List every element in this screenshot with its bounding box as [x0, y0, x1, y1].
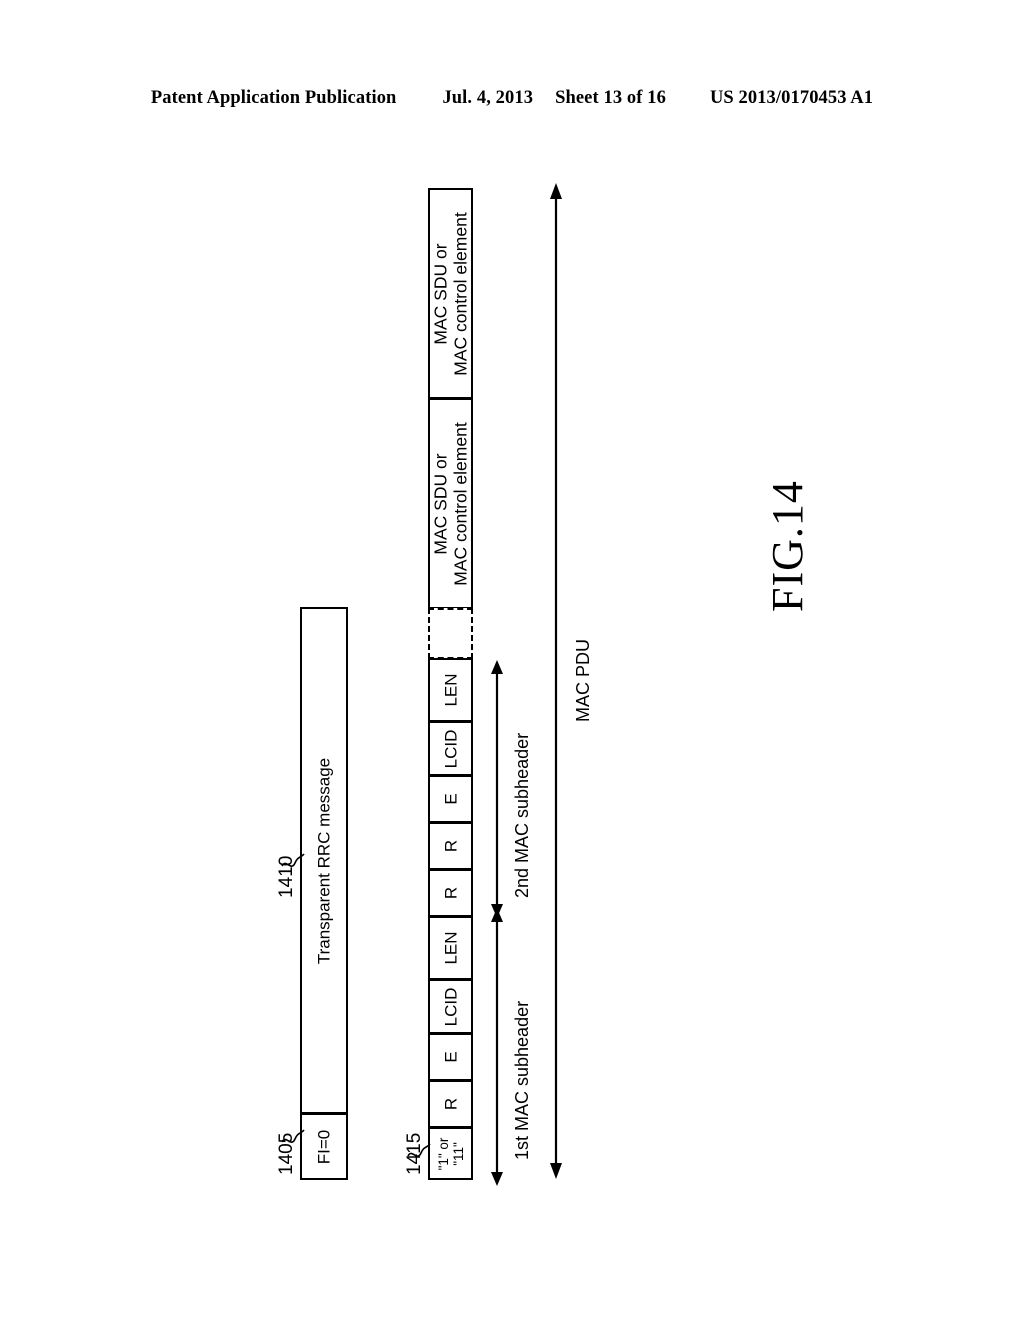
mac-e-cell-2-label: E	[440, 793, 460, 805]
leader-squiggle-1415	[407, 1143, 431, 1157]
rlc-payload-cell: Transparent RRC message	[300, 607, 348, 1114]
mac-lcid-cell-2: LCID	[428, 721, 473, 776]
mac-sdu-cell-2-label: MAC SDU or MAC control element	[429, 211, 470, 376]
mac-len-cell-2-label: LEN	[440, 673, 460, 707]
figure-caption: FIG.14	[763, 480, 812, 612]
mac-sdu-cell-1: MAC SDU or MAC control element	[428, 398, 473, 609]
mac-fi-cell: "1" or "11"	[428, 1127, 473, 1180]
mac-r-cell-2a-label: R	[440, 886, 460, 900]
mac-fi-cell-label: "1" or "11"	[435, 1137, 465, 1170]
dimension-arrow-1st-subheader	[491, 908, 503, 1186]
mac-r-cell-1: R	[428, 1080, 473, 1128]
mac-sdu-cell-1-line1: MAC SDU or	[429, 452, 450, 555]
mac-len-cell-2: LEN	[428, 658, 473, 722]
rlc-payload-label: Transparent RRC message	[314, 757, 334, 964]
mac-sdu-cell-1-line2: MAC control element	[449, 421, 470, 586]
rlc-fi-label: FI=0	[314, 1129, 334, 1164]
mac-r-cell-2a: R	[428, 869, 473, 917]
mac-sdu-cell-2-line1: MAC SDU or	[429, 242, 450, 345]
mac-lcid-cell-1-label: LCID	[440, 987, 460, 1026]
rlc-fi-cell: FI=0	[300, 1113, 348, 1180]
mac-e-cell-2: E	[428, 775, 473, 823]
mac-ellipsis-gap-cell	[428, 608, 473, 659]
mac-fi-cell-line1: "1" or	[435, 1137, 451, 1170]
leader-squiggle-1410	[281, 853, 305, 867]
dimension-label-2nd-subheader: 2nd MAC subheader	[512, 732, 532, 898]
mac-r-cell-2b-label: R	[440, 839, 460, 853]
mac-r-cell-2b: R	[428, 822, 473, 870]
mac-sdu-cell-2-line2: MAC control element	[449, 211, 470, 376]
dimension-label-mac-pdu: MAC PDU	[573, 638, 593, 722]
mac-fi-cell-line2: "11"	[450, 1141, 466, 1166]
figure-diagram: FI=0 Transparent RRC message 1405 1410 M…	[0, 0, 1024, 1320]
mac-lcid-cell-1: LCID	[428, 979, 473, 1034]
mac-r-cell-1-label: R	[440, 1097, 460, 1111]
mac-lcid-cell-2-label: LCID	[440, 729, 460, 768]
mac-sdu-cell-2: MAC SDU or MAC control element	[428, 188, 473, 399]
mac-len-cell-1-label: LEN	[440, 931, 460, 965]
dimension-arrow-mac-pdu	[550, 183, 562, 1179]
mac-len-cell-1: LEN	[428, 916, 473, 980]
mac-e-cell-1: E	[428, 1033, 473, 1081]
leader-squiggle-1405	[281, 1129, 305, 1143]
dimension-arrow-2nd-subheader	[491, 660, 503, 918]
mac-sdu-cell-1-label: MAC SDU or MAC control element	[429, 421, 470, 586]
mac-e-cell-1-label: E	[440, 1051, 460, 1063]
dimension-label-1st-subheader: 1st MAC subheader	[512, 1000, 532, 1160]
